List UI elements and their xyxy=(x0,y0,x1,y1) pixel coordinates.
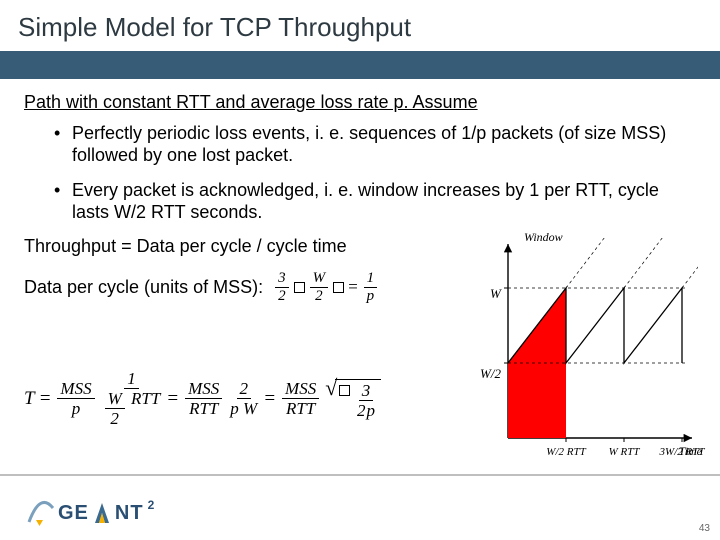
chart-x-tick: W/2 RTT xyxy=(546,446,585,458)
data-per-cycle-label: Data per cycle (units of MSS): xyxy=(24,277,263,298)
geant2-logo: GE NT 2 xyxy=(26,498,155,528)
chart-x-tick: 3W/2 RTT xyxy=(660,446,705,458)
a-glyph-icon xyxy=(93,501,111,525)
page-number: 43 xyxy=(699,523,710,534)
logo-text-a: GE xyxy=(58,502,89,525)
bullet-list: • Perfectly periodic loss events, i. e. … xyxy=(24,122,696,224)
bullet-item: • Every packet is acknowledged, i. e. wi… xyxy=(54,179,696,224)
intro-line: Path with constant RTT and average loss … xyxy=(24,91,696,114)
data-per-cycle-equation: 32 W2 = 1p xyxy=(273,271,379,304)
bullet-marker: • xyxy=(54,122,72,167)
logo-superscript: 2 xyxy=(148,498,156,512)
chart-x-tick: W RTT xyxy=(609,446,640,458)
sawtooth-chart: Window xyxy=(408,238,698,468)
placeholder-box-icon xyxy=(294,282,305,293)
bullet-item: • Perfectly periodic loss events, i. e. … xyxy=(54,122,696,167)
placeholder-box-icon xyxy=(339,385,350,396)
chart-y-tick: W/2 xyxy=(480,366,501,382)
slide-title: Simple Model for TCP Throughput xyxy=(0,0,720,51)
bullet-text: Perfectly periodic loss events, i. e. se… xyxy=(72,122,696,167)
placeholder-box-icon xyxy=(333,282,344,293)
footer-divider xyxy=(0,474,720,476)
slide-body: Path with constant RTT and average loss … xyxy=(0,79,720,224)
sqrt-icon: √ 3 2p xyxy=(325,379,381,419)
logo-text-b: NT xyxy=(115,502,144,525)
chart-svg xyxy=(408,238,698,468)
chart-y-label: Window xyxy=(524,230,563,245)
chart-y-tick: W xyxy=(490,286,501,302)
slide: Simple Model for TCP Throughput Path wit… xyxy=(0,0,720,540)
throughput-equation: T = MSS p 1 W2 RTT = MSS RTT 2 p W = MSS… xyxy=(24,370,381,427)
bullet-marker: • xyxy=(54,179,72,224)
swoosh-icon xyxy=(26,498,54,528)
bullet-text: Every packet is acknowledged, i. e. wind… xyxy=(72,179,696,224)
title-band xyxy=(0,51,720,79)
